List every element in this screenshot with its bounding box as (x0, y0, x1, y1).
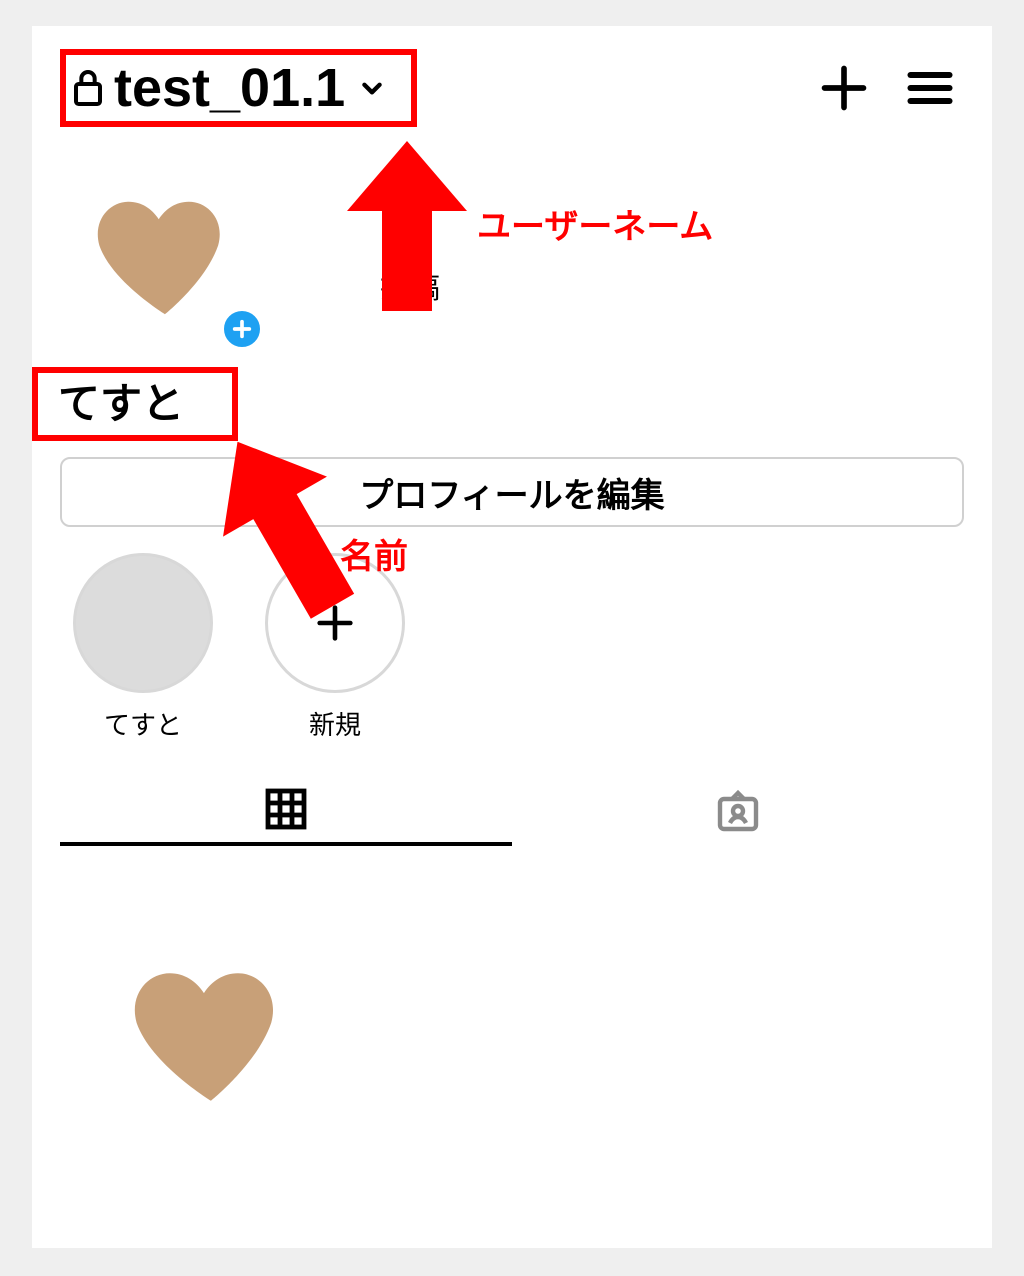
edit-profile-label: プロフィールを編集 (359, 468, 664, 517)
highlights-row: てすと 新規 (68, 553, 964, 742)
add-story-badge[interactable] (220, 307, 264, 351)
lock-icon (72, 68, 104, 108)
chevron-down-icon (359, 75, 385, 101)
display-name: てすと (32, 367, 238, 441)
profile-screen: test_01.1 (32, 26, 992, 1248)
header: test_01.1 (60, 48, 964, 128)
edit-profile-button[interactable]: プロフィールを編集 (60, 457, 964, 527)
tab-grid[interactable] (60, 776, 512, 846)
grid-icon (262, 785, 310, 833)
header-actions (818, 62, 956, 114)
highlight-label: てすと (104, 705, 182, 742)
highlight-new[interactable]: 新規 (260, 553, 410, 742)
tagged-icon (714, 787, 762, 835)
plus-icon (312, 600, 358, 646)
profile-tabs (60, 776, 964, 846)
highlight-circle (73, 553, 213, 693)
posts-label: 投稿 (380, 263, 440, 307)
menu-button[interactable] (904, 62, 956, 114)
username-switcher[interactable]: test_01.1 (60, 49, 417, 127)
heart-icon (90, 183, 240, 333)
tab-tagged[interactable] (512, 776, 964, 846)
plus-icon (231, 318, 253, 340)
highlight-item[interactable]: てすと (68, 553, 218, 742)
profile-row: 投稿 (60, 183, 964, 343)
create-button[interactable] (818, 62, 870, 114)
post-thumbnail[interactable] (60, 886, 361, 1187)
avatar[interactable] (90, 183, 250, 343)
heart-icon (126, 952, 296, 1122)
highlight-label: 新規 (309, 705, 361, 742)
username-text: test_01.1 (114, 61, 345, 115)
highlight-circle-new (265, 553, 405, 693)
posts-grid (60, 846, 964, 1217)
